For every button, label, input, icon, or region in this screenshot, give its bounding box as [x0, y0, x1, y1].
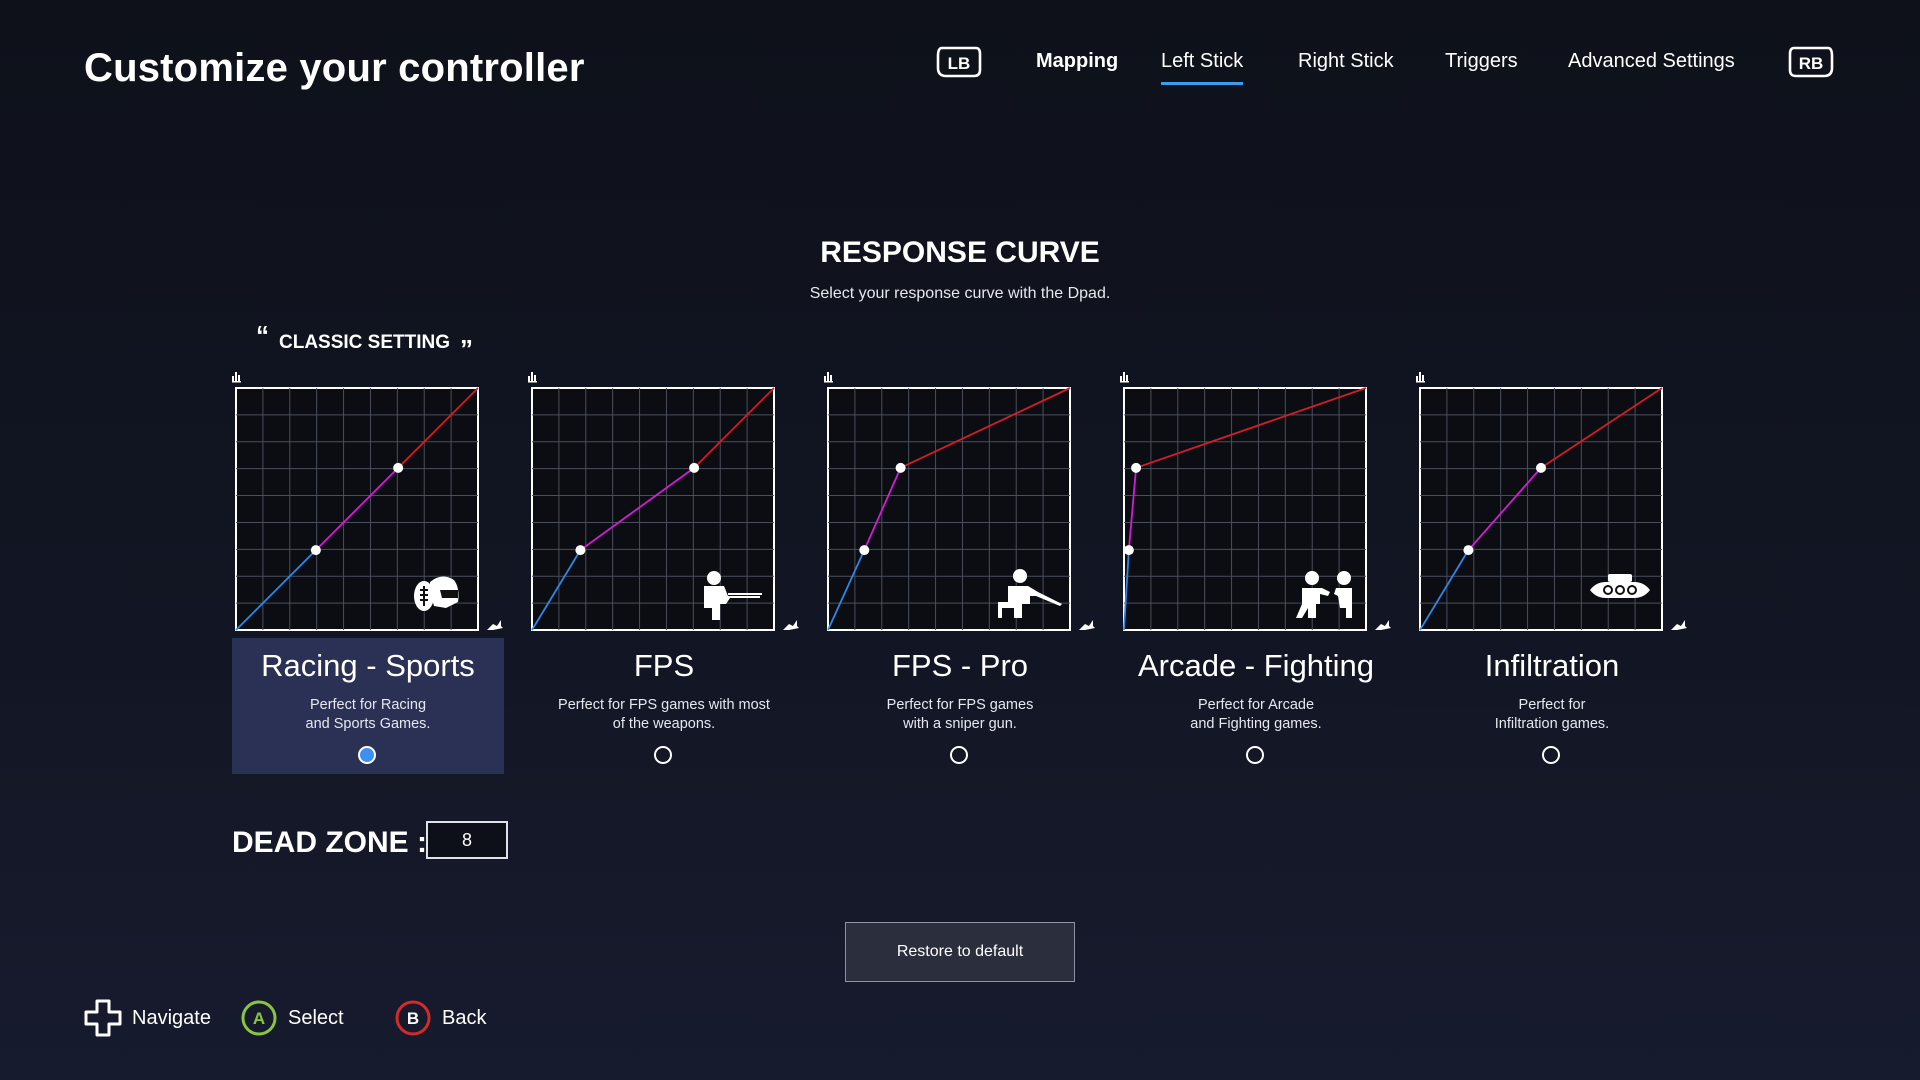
dead-zone-label: DEAD ZONE : — [232, 826, 427, 859]
preset-name: FPS — [633, 648, 695, 683]
preset-radio-button[interactable] — [1542, 746, 1560, 764]
preset-radio-button[interactable] — [1246, 746, 1264, 764]
graph-frame — [1123, 387, 1367, 631]
curve-control-point — [393, 462, 404, 473]
hint-back-label: Back — [442, 1006, 487, 1029]
preset-radio-button[interactable] — [654, 746, 672, 764]
output-axis-icon — [232, 372, 241, 383]
section-subtitle: Select your response curve with the Dpad… — [809, 285, 1111, 302]
tab-mapping[interactable]: Mapping — [1036, 50, 1118, 73]
curve-control-point — [859, 545, 870, 556]
preset-card[interactable]: Infiltration Perfect for Infiltration gam… — [1416, 370, 1712, 774]
open-quote: “ — [256, 320, 269, 350]
preset-radio-button[interactable] — [950, 746, 968, 764]
response-curve-graph — [1416, 372, 1687, 631]
hint-navigate: Navigate — [84, 998, 211, 1038]
curve-control-point — [575, 545, 586, 556]
response-curve-graph — [824, 372, 1095, 631]
preset-card[interactable]: Racing - Sports Perfect for Racing and Sp… — [232, 370, 528, 774]
a-button-icon: A — [241, 1000, 277, 1036]
preset-card[interactable]: FPS - Pro Perfect for FPS games with a sn… — [824, 370, 1120, 774]
restore-default-button[interactable]: Restore to default — [845, 922, 1075, 982]
hint-back: B Back — [394, 998, 486, 1038]
preset-description: Perfect for Infiltration games. — [1494, 697, 1610, 732]
curve-control-point — [1131, 462, 1142, 473]
preset-description: Perfect for FPS games with a sniper gun. — [886, 697, 1034, 732]
top-navigation: LB Mapping Left Stick Right Stick Trigge… — [0, 40, 1920, 90]
response-curve-graph — [528, 372, 799, 631]
close-quote: ” — [460, 334, 474, 364]
svg-text:A: A — [253, 1009, 265, 1028]
curve-control-point — [895, 462, 906, 473]
curve-control-point — [1123, 545, 1134, 556]
output-axis-icon — [1120, 372, 1129, 383]
input-axis-icon — [1079, 620, 1095, 630]
preset-description: Perfect for Arcade and Fighting games. — [1190, 697, 1322, 732]
hint-select-label: Select — [288, 1006, 344, 1029]
output-axis-icon — [528, 372, 537, 383]
preset-card[interactable]: Arcade - Fighting Perfect for Arcade and … — [1120, 370, 1416, 774]
right-bumper-icon[interactable]: RB — [1788, 46, 1834, 78]
classic-setting-text: CLASSIC SETTING — [279, 332, 451, 353]
preset-name: FPS - Pro — [891, 648, 1029, 683]
dead-zone-input[interactable] — [426, 821, 508, 859]
left-bumper-icon[interactable]: LB — [936, 46, 982, 78]
curve-control-point — [1463, 545, 1474, 556]
tab-triggers[interactable]: Triggers — [1445, 50, 1518, 73]
preset-description: Perfect for FPS games with most of the w… — [558, 697, 770, 732]
curve-control-point — [1536, 462, 1546, 473]
tab-advanced-settings[interactable]: Advanced Settings — [1568, 50, 1735, 73]
svg-text:LB: LB — [948, 54, 971, 73]
preset-description: Perfect for Racing and Sports Games. — [305, 697, 431, 732]
input-axis-icon — [1375, 620, 1391, 630]
tab-left-stick[interactable]: Left Stick — [1161, 50, 1244, 85]
preset-name: Infiltration — [1484, 648, 1620, 683]
dpad-icon — [84, 999, 122, 1037]
preset-name: Racing - Sports — [261, 648, 475, 683]
tab-right-stick[interactable]: Right Stick — [1298, 50, 1394, 73]
preset-name: Arcade - Fighting — [1137, 648, 1375, 683]
controller-customize-page: Customize your controller LB Mapping Lef… — [0, 0, 1920, 1080]
input-axis-icon — [487, 620, 503, 630]
classic-setting-label: “ CLASSIC SETTING ” — [256, 322, 473, 362]
output-axis-icon — [1416, 372, 1425, 383]
preset-card[interactable]: FPS Perfect for FPS games with most of th… — [528, 370, 824, 774]
b-button-icon: B — [395, 1000, 431, 1036]
svg-text:B: B — [407, 1009, 419, 1028]
hint-select: A Select — [240, 998, 344, 1038]
response-curve-graph — [1120, 372, 1391, 631]
active-tab-underline — [1161, 82, 1244, 85]
svg-text:RB: RB — [1799, 54, 1824, 73]
response-curve-graph — [232, 372, 503, 631]
input-axis-icon — [1671, 620, 1687, 630]
tab-left-stick-label: Left Stick — [1161, 50, 1244, 72]
curve-control-point — [689, 462, 700, 473]
curve-control-point — [310, 545, 321, 556]
input-axis-icon — [783, 620, 799, 630]
output-axis-icon — [824, 372, 833, 383]
hint-navigate-label: Navigate — [132, 1006, 211, 1029]
section-title: RESPONSE CURVE — [820, 236, 1100, 269]
preset-radio-button[interactable] — [358, 746, 376, 764]
